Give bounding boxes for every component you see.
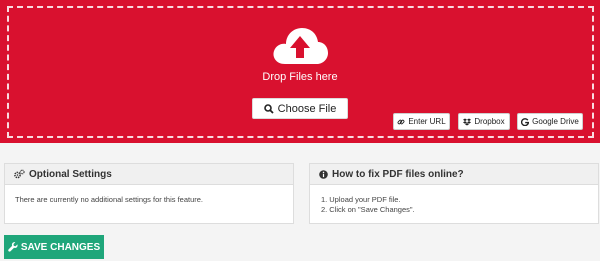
wrench-icon	[8, 242, 18, 252]
google-drive-label: Google Drive	[532, 117, 579, 126]
info-icon	[319, 169, 328, 179]
dropbox-label: Dropbox	[474, 117, 505, 126]
cloud-upload-icon	[273, 28, 328, 64]
dropbox-icon	[463, 118, 472, 126]
optional-settings-panel: Optional Settings There are currently no…	[4, 163, 294, 224]
enter-url-button[interactable]: Enter URL	[393, 113, 450, 130]
gears-icon	[14, 169, 25, 179]
save-changes-button[interactable]: SAVE CHANGES	[4, 235, 104, 259]
optional-settings-header: Optional Settings	[5, 164, 293, 185]
how-to-body: 1. Upload your PDF file. 2. Click on "Save…	[310, 185, 598, 215]
how-to-steps: 1. Upload your PDF file. 2. Click on "Save…	[320, 193, 598, 215]
search-icon	[263, 103, 274, 114]
optional-settings-text: There are currently no additional settin…	[15, 195, 204, 204]
how-to-step: 1. Upload your PDF file.	[321, 195, 401, 204]
choose-file-label: Choose File	[277, 102, 337, 115]
google-icon	[521, 117, 530, 126]
how-to-step: 2. Click on "Save Changes".	[321, 205, 415, 214]
how-to-title: How to fix PDF files online?	[332, 168, 464, 180]
drop-files-text: Drop Files here	[262, 71, 338, 83]
dropbox-button[interactable]: Dropbox	[458, 113, 510, 130]
google-drive-button[interactable]: Google Drive	[517, 113, 583, 130]
save-changes-label: SAVE CHANGES	[20, 241, 101, 253]
link-icon	[397, 118, 405, 126]
enter-url-label: Enter URL	[408, 117, 446, 126]
upload-dropzone[interactable]: Drop Files here Choose File Enter URL Dr…	[0, 0, 600, 143]
how-to-header: How to fix PDF files online?	[310, 164, 598, 185]
choose-file-button[interactable]: Choose File	[252, 98, 348, 119]
how-to-panel: How to fix PDF files online? 1. Upload yo…	[309, 163, 599, 224]
optional-settings-title: Optional Settings	[29, 168, 112, 180]
